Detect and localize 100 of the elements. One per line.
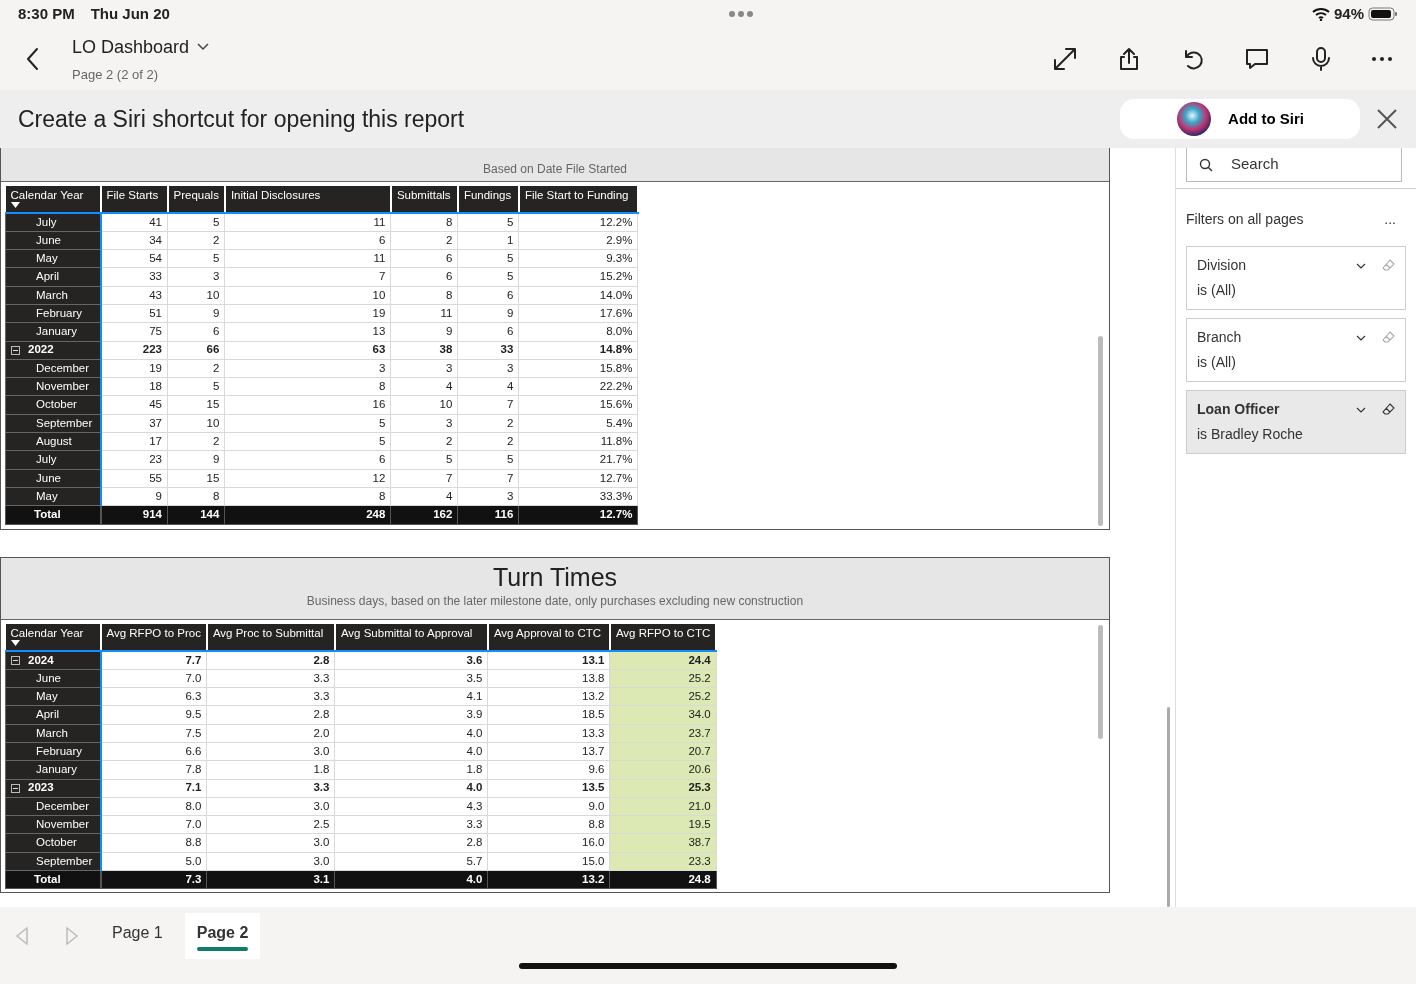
add-to-siri-button[interactable]: Add to Siri [1120, 99, 1360, 139]
column-header[interactable]: Avg Proc to Submittal [206, 624, 335, 651]
search-input[interactable]: Search [1229, 152, 1389, 177]
back-button[interactable] [26, 47, 40, 71]
table-cell: 45 [100, 395, 168, 415]
column-header[interactable]: Submittals [390, 186, 458, 213]
chevron-down-icon[interactable] [1356, 262, 1366, 269]
table-cell: 34 [100, 231, 168, 250]
table-cell: 15.0 [487, 852, 610, 871]
column-header[interactable]: Calendar Year [5, 624, 101, 651]
filter-card[interactable]: Division is (All) [1186, 246, 1406, 310]
eraser-icon[interactable] [1382, 403, 1395, 416]
chevron-down-icon[interactable] [1356, 406, 1366, 413]
visual-subtitle: Based on Date File Started [481, 161, 629, 178]
table-cell: 9.3% [518, 249, 638, 268]
column-header[interactable]: File Start to Funding [518, 186, 638, 213]
table-cell: 1.8 [334, 760, 488, 780]
clock-time: 8:30 PM [18, 3, 75, 24]
table-cell: 6 [457, 286, 519, 305]
table-cell: 11 [390, 304, 458, 323]
table-cell: 4.1 [334, 687, 488, 706]
table-cell: 10 [167, 414, 225, 433]
expand-toggle-icon[interactable] [11, 345, 20, 355]
table-cell: 3 [224, 359, 391, 378]
sort-caret-icon[interactable] [10, 639, 20, 646]
column-header[interactable]: Calendar Year [5, 186, 101, 213]
sort-caret-icon[interactable] [10, 201, 20, 208]
date-text: Thu Jun 20 [90, 3, 170, 24]
multitasking-dots-icon[interactable] [727, 10, 754, 18]
table-cell: 8.8 [487, 815, 610, 834]
table-cell: 2 [167, 432, 225, 451]
expand-toggle-icon[interactable] [11, 656, 20, 666]
expand-button[interactable] [1052, 46, 1078, 72]
table-cell: 21.7% [518, 450, 638, 470]
comment-button[interactable] [1244, 46, 1270, 72]
table-cell: 33.3% [518, 487, 638, 506]
search-field[interactable]: Search [1186, 148, 1402, 182]
chevron-down-icon[interactable] [197, 43, 210, 52]
table-cell: 5 [224, 414, 391, 433]
table-cell: 2 [390, 432, 458, 451]
filter-card[interactable]: Branch is (All) [1186, 318, 1406, 382]
table-cell: 19 [100, 359, 168, 378]
table-cell: 5 [390, 450, 458, 470]
table-cell: 4.0 [334, 724, 488, 743]
table-cell: 17 [100, 432, 168, 451]
comment-icon [1244, 46, 1270, 72]
column-header[interactable]: Fundings [457, 186, 519, 213]
table-cell: 3.0 [206, 833, 335, 853]
column-header[interactable]: Avg RFPO to Proc [100, 624, 207, 651]
report-title[interactable]: LO Dashboard [72, 33, 190, 61]
column-header[interactable]: Avg Approval to CTC [487, 624, 610, 651]
table-cell: 6 [167, 322, 225, 342]
table-cell: 5 [167, 249, 225, 268]
more-options[interactable]: ... [1384, 209, 1396, 230]
filter-card[interactable]: Loan Officer is Bradley Roche [1186, 390, 1406, 454]
wifi-icon [1311, 7, 1330, 21]
battery-percent: 94% [1333, 3, 1364, 24]
table-cell: 38 [390, 341, 458, 360]
more-button[interactable] [1372, 57, 1392, 61]
column-header[interactable]: Avg RFPO to CTC [609, 624, 717, 651]
table-cell: 223 [100, 341, 168, 360]
table-cell: 3.5 [334, 669, 488, 688]
table-cell: 9.5 [100, 705, 207, 725]
chevron-down-icon[interactable] [1356, 334, 1366, 341]
table-cell: 5.4% [518, 414, 638, 433]
table-cell: 3 [457, 487, 519, 506]
table-cell: 7.1 [100, 779, 207, 798]
more-icon [1372, 57, 1392, 61]
scrollbar[interactable] [1098, 625, 1103, 739]
table-cell: 1 [457, 231, 519, 250]
table-cell: 5 [457, 213, 519, 232]
column-header[interactable]: Avg Submittal to Approval [334, 624, 488, 651]
close-button[interactable] [1376, 108, 1398, 130]
page-tab[interactable]: Page 2 [184, 913, 261, 959]
table-cell: 2.0 [206, 724, 335, 743]
table-cell: 10 [224, 286, 391, 305]
page-tab[interactable]: Page 1 [100, 913, 175, 953]
table-cell: 10 [390, 395, 458, 415]
column-header[interactable]: Prequals [167, 186, 225, 213]
siri-prompt: Create a Siri shortcut for opening this report [18, 104, 466, 134]
table-cell: 6 [224, 450, 391, 470]
table-cell: 5 [457, 450, 519, 470]
column-header[interactable]: File Starts [100, 186, 168, 213]
table-cell: 5 [167, 213, 225, 232]
table-cell: 8 [224, 377, 391, 396]
table-cell: 33 [457, 341, 519, 360]
close-icon [1376, 108, 1398, 130]
table-cell: 8.0 [100, 797, 207, 816]
table-cell: 15.2% [518, 267, 638, 287]
filter-value: is (All) [1197, 281, 1237, 300]
scrollbar[interactable] [1167, 707, 1170, 907]
column-header[interactable]: Initial Disclosures [224, 186, 391, 213]
table-cell: 3.3 [206, 779, 335, 798]
scrollbar[interactable] [1098, 336, 1103, 526]
table-cell: 9 [167, 304, 225, 323]
table-cell: 8 [167, 487, 225, 506]
table-cell: 6 [390, 249, 458, 268]
table-cell: 9 [390, 322, 458, 342]
expand-toggle-icon[interactable] [11, 783, 20, 793]
table-cell: 19 [224, 304, 391, 323]
